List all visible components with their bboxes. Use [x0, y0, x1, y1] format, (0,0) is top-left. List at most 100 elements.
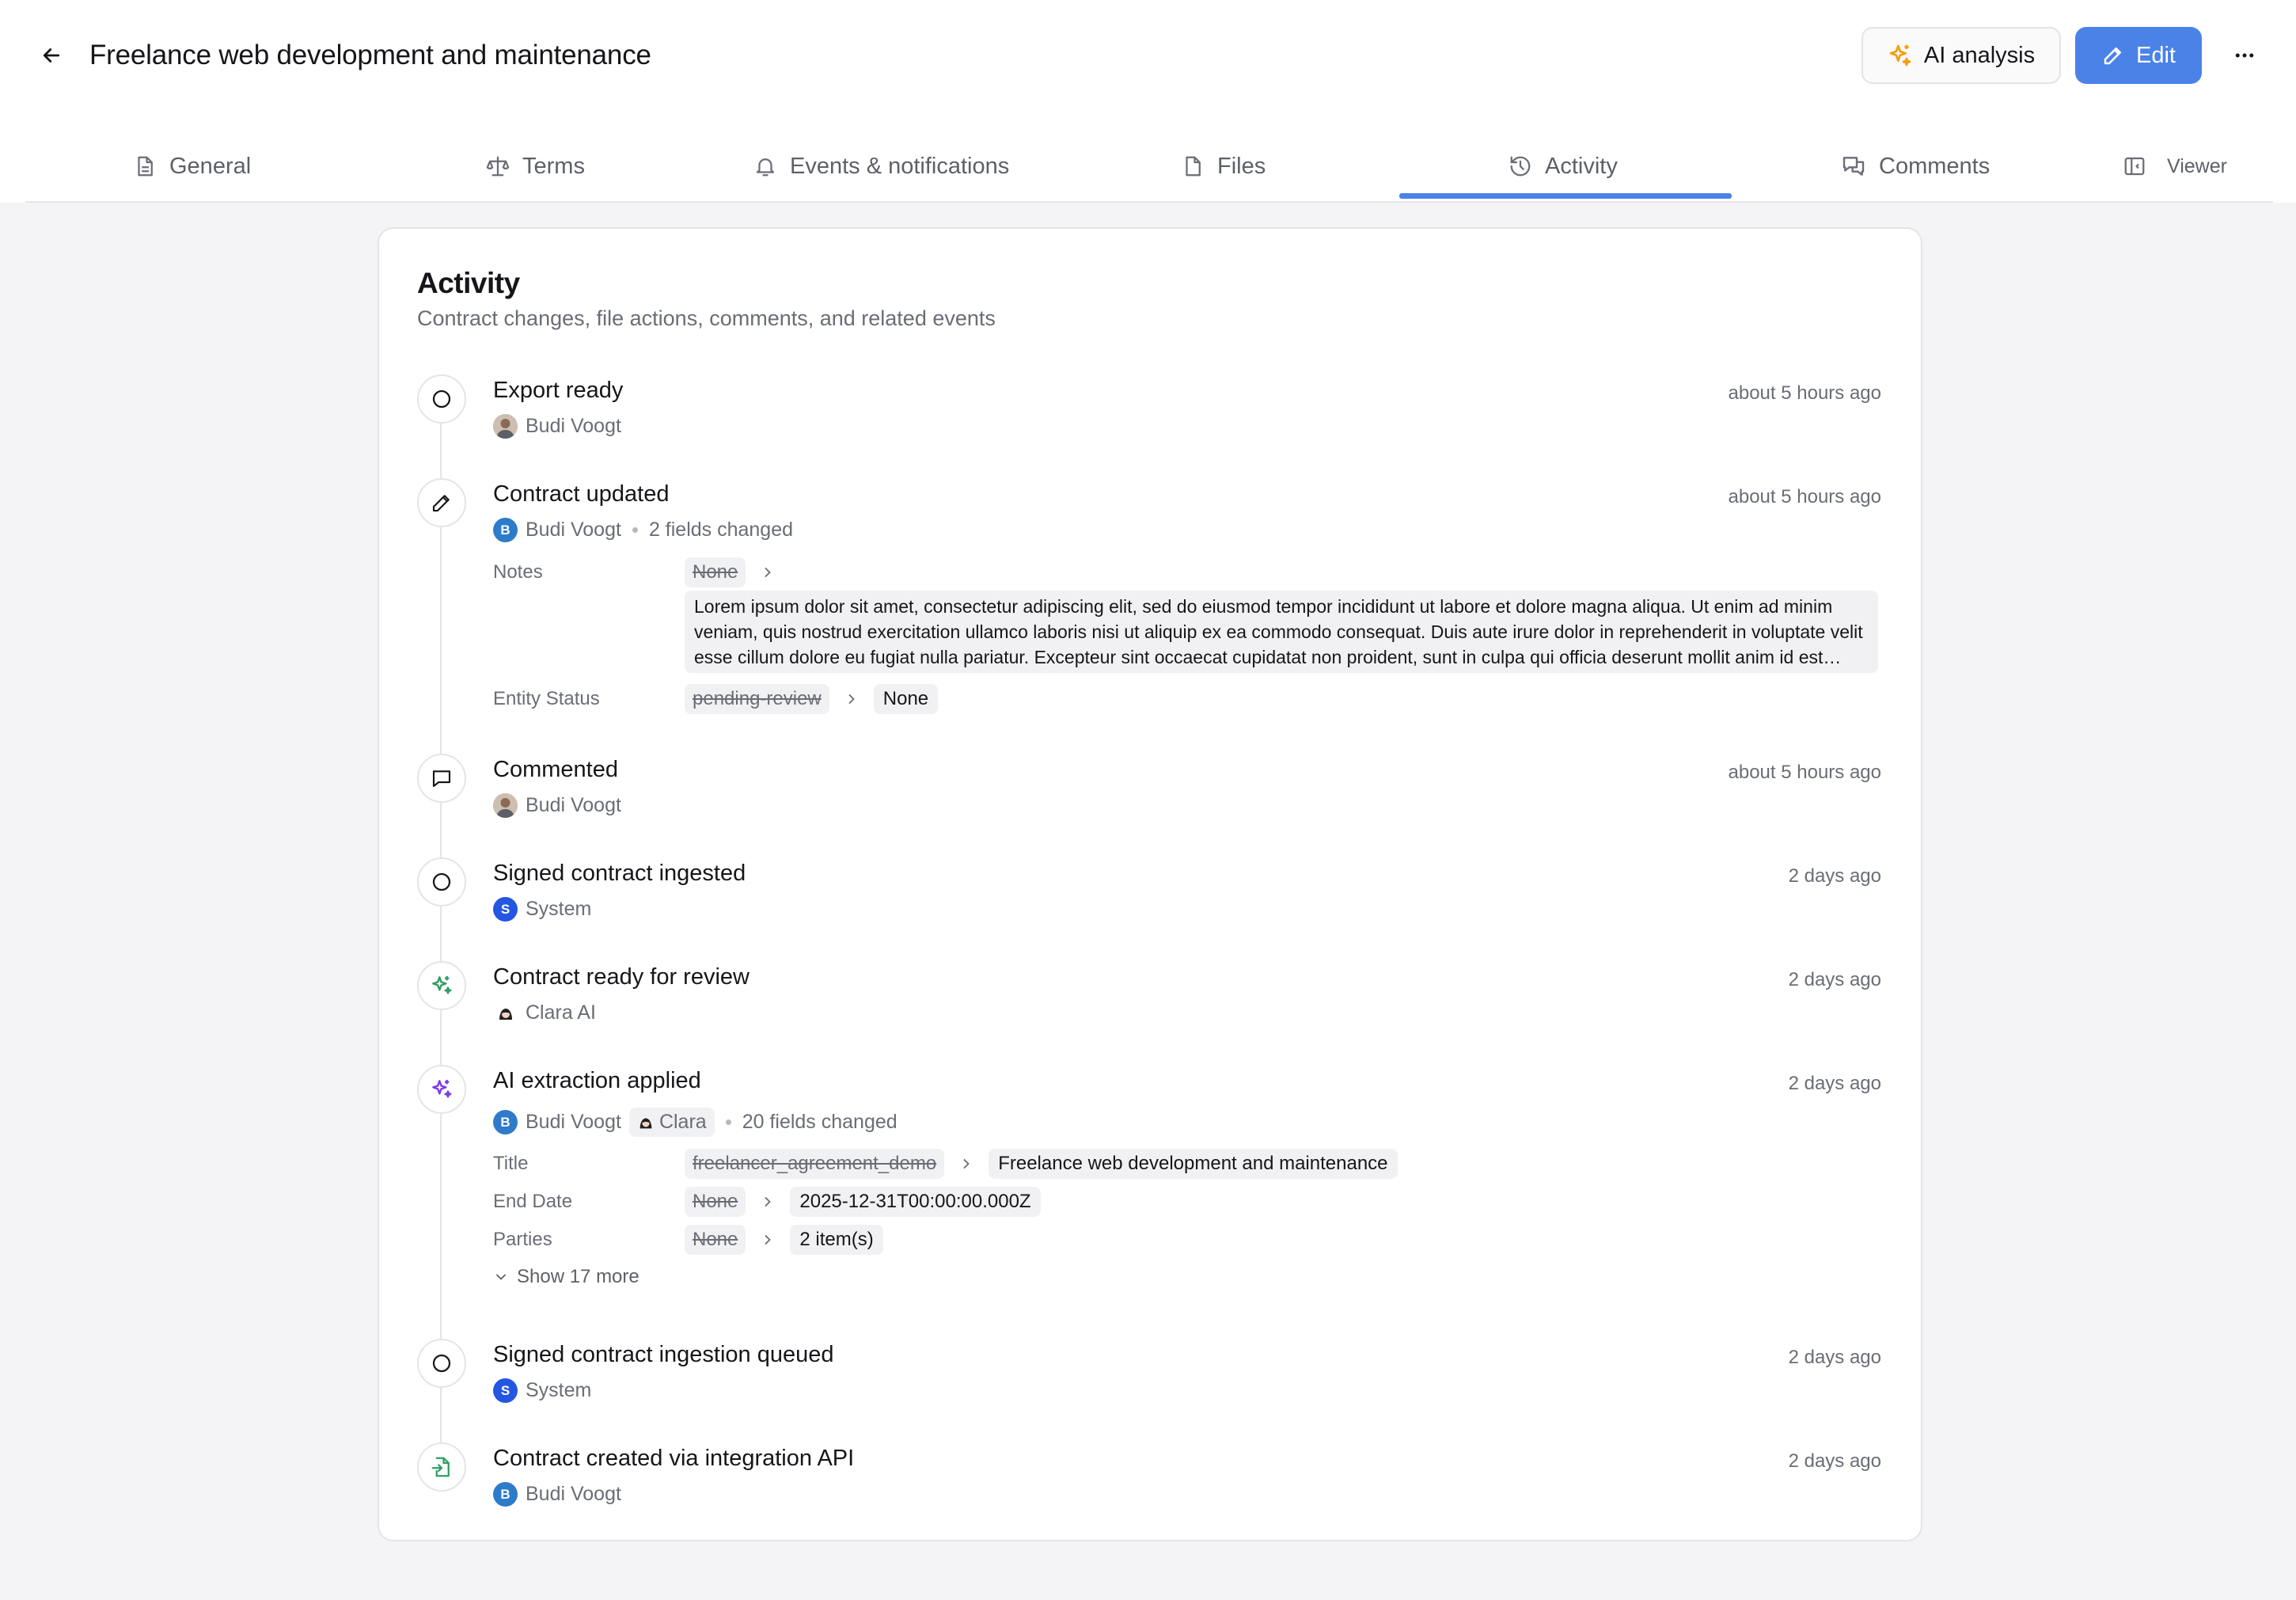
file-icon	[1186, 156, 1201, 177]
agent-chip: Clara	[628, 1108, 715, 1137]
tab-terms[interactable]: Terms	[486, 130, 585, 203]
avatar	[493, 414, 518, 439]
show-more-label: Show 17 more	[517, 1266, 639, 1287]
tab-files[interactable]: Files	[1181, 130, 1266, 203]
activity-subtitle: Contract changes, file actions, comments…	[417, 306, 996, 330]
event-meta: Clara AI	[493, 1001, 596, 1025]
event-title: Signed contract ingestion queued	[493, 1342, 834, 1367]
panel-icon	[2124, 157, 2145, 176]
chevron-right-icon	[958, 1156, 974, 1172]
tab-activity-label: Activity	[1545, 153, 1618, 179]
sparkle-green-icon	[417, 961, 466, 1010]
contract-detail-page: Freelance web development and maintenanc…	[0, 0, 2296, 1600]
new-value: 2 item(s)	[790, 1225, 883, 1255]
tab-terms-label: Terms	[522, 153, 585, 179]
more-options-button[interactable]	[2224, 35, 2265, 76]
new-value: None	[873, 684, 939, 714]
event-meta: B Budi Voogt Clara 20 fields changed	[493, 1108, 898, 1137]
new-value: Freelance web development and maintenanc…	[989, 1149, 1398, 1179]
event-time: 2 days ago	[1788, 865, 1881, 887]
separator-dot	[725, 1119, 731, 1125]
event-title: Contract ready for review	[493, 964, 750, 990]
event-meta: B Budi Voogt 2 fields changed	[493, 518, 793, 542]
clara-avatar	[639, 1118, 652, 1128]
change-row: Entity Status pending-review None	[493, 684, 939, 714]
file-import-icon	[417, 1442, 466, 1492]
event-user: Budi Voogt	[526, 1111, 621, 1133]
field-label: End Date	[493, 1191, 573, 1212]
old-value: None	[685, 1187, 746, 1217]
edit-label: Edit	[2136, 42, 2176, 68]
clara-avatar	[493, 1001, 518, 1025]
event-time: 2 days ago	[1788, 969, 1881, 990]
sparkles-icon	[1889, 44, 1911, 67]
ai-analysis-button[interactable]: AI analysis	[1861, 27, 2061, 84]
event-changes: 2 fields changed	[648, 519, 794, 541]
event-time: about 5 hours ago	[1728, 762, 1882, 783]
activity-card: Activity Contract changes, file actions,…	[378, 227, 1922, 1541]
avatar: S	[493, 1378, 518, 1403]
event-title: Contract updated	[493, 481, 670, 507]
event-title: Commented	[493, 757, 618, 782]
tab-general[interactable]: General	[133, 130, 251, 203]
event-user: Clara AI	[526, 1001, 596, 1024]
event-changes: 20 fields changed	[742, 1111, 898, 1133]
more-horizontal-icon	[2235, 53, 2254, 58]
event-user: Budi Voogt	[526, 794, 621, 816]
chevron-down-icon	[496, 1274, 506, 1280]
circle-icon	[417, 374, 466, 424]
tab-activity[interactable]: Activity	[1509, 130, 1618, 203]
event-user: Budi Voogt	[526, 519, 621, 541]
event-meta: Budi Voogt	[493, 414, 621, 439]
separator-dot	[632, 527, 638, 533]
timeline-line	[440, 411, 442, 1472]
tab-comments[interactable]: Comments	[1841, 130, 1990, 203]
tab-comments-label: Comments	[1879, 153, 1990, 179]
chevron-right-icon	[760, 564, 776, 580]
arrow-left-icon	[43, 48, 60, 63]
event-title: Export ready	[493, 378, 624, 403]
back-button[interactable]	[36, 38, 66, 73]
edit-button[interactable]: Edit	[2075, 27, 2202, 84]
event-meta: B Budi Voogt	[493, 1482, 621, 1507]
scale-icon	[486, 156, 510, 177]
event-time: about 5 hours ago	[1728, 486, 1882, 507]
field-label: Title	[493, 1153, 529, 1174]
event-meta: Budi Voogt	[493, 793, 621, 818]
event-time: about 5 hours ago	[1728, 382, 1882, 404]
old-value: pending-review	[685, 684, 829, 714]
old-value: freelancer_agreement_demo	[685, 1149, 945, 1179]
event-title: AI extraction applied	[493, 1068, 701, 1093]
circle-icon	[417, 1339, 466, 1388]
field-label: Parties	[493, 1229, 552, 1250]
change-row: Parties None 2 item(s)	[493, 1225, 883, 1255]
event-user: Budi Voogt	[526, 415, 621, 437]
avatar: B	[493, 518, 518, 542]
show-more-button[interactable]: Show 17 more	[493, 1266, 639, 1288]
top-bar: Freelance web development and maintenanc…	[0, 0, 2296, 203]
chevron-right-icon	[760, 1194, 776, 1210]
comment-icon	[417, 754, 466, 803]
field-label: Entity Status	[493, 688, 600, 709]
history-icon	[1510, 156, 1531, 177]
pencil-icon	[417, 478, 466, 527]
change-row: Title freelancer_agreement_demo Freelanc…	[493, 1149, 1398, 1179]
bell-icon	[756, 158, 775, 177]
event-user: System	[526, 898, 592, 920]
old-value: None	[685, 557, 746, 587]
event-meta: S System	[493, 897, 591, 922]
tab-viewer-label: Viewer	[2167, 154, 2227, 177]
document-icon	[138, 156, 153, 177]
chevron-right-icon	[844, 691, 860, 707]
avatar	[493, 793, 518, 818]
tab-events-notifications[interactable]: Events & notifications	[753, 130, 1009, 203]
agent-name: Clara	[658, 1111, 707, 1133]
tab-viewer[interactable]: Viewer	[2123, 130, 2227, 203]
active-tab-indicator	[1399, 193, 1732, 199]
new-value-notes: Lorem ipsum dolor sit amet, consectetur …	[685, 591, 1878, 673]
comments-icon	[1842, 157, 1865, 176]
field-label: Notes	[493, 561, 543, 583]
event-title: Contract created via integration API	[493, 1446, 855, 1471]
pencil-icon	[2104, 48, 2121, 65]
event-time: 2 days ago	[1788, 1347, 1881, 1368]
